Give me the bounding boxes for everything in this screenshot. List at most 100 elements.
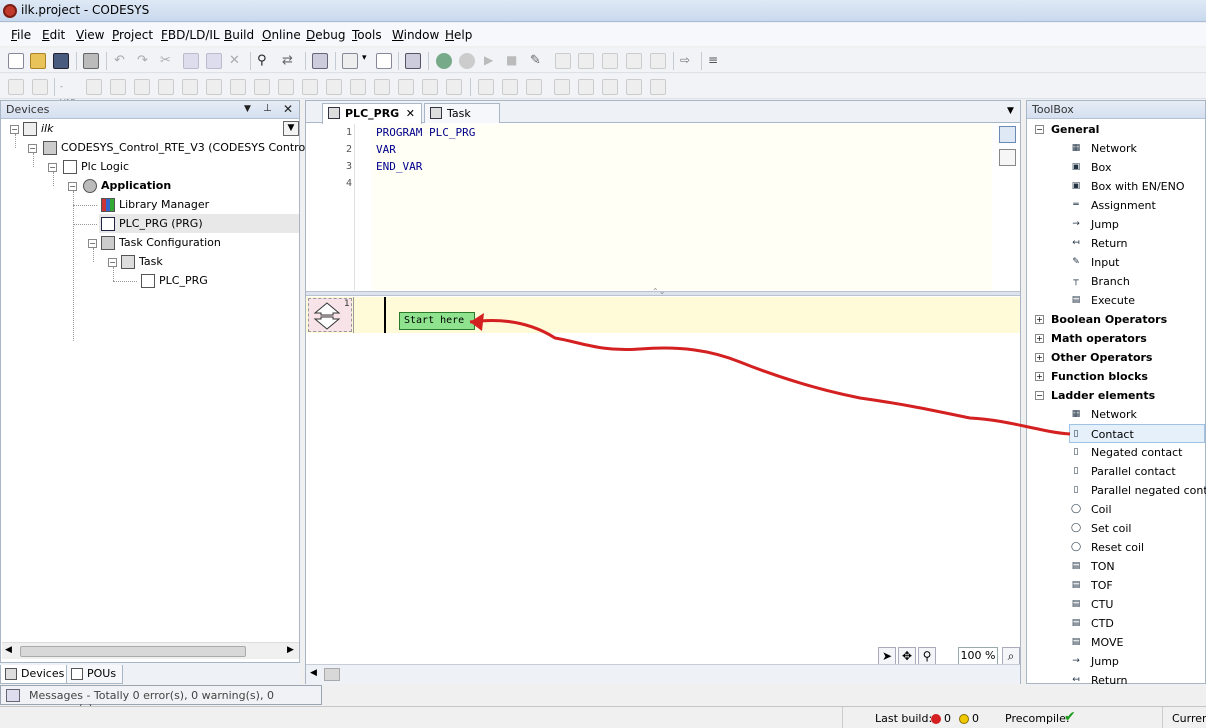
tree-item-plc-logic[interactable]: Plc Logic bbox=[63, 157, 129, 176]
scrollbar-thumb[interactable] bbox=[324, 668, 340, 681]
tabular-view-icon[interactable] bbox=[999, 149, 1016, 166]
tree-item-plc-prg[interactable]: PLC_PRG (PRG) bbox=[99, 214, 299, 233]
zoom-tool-icon[interactable]: ⚲ bbox=[918, 647, 936, 665]
parallel-branch-icon[interactable] bbox=[526, 79, 542, 95]
menu-project[interactable]: Project bbox=[112, 28, 153, 42]
pin-icon[interactable]: ⊥ bbox=[263, 103, 272, 114]
toolbox-item[interactable]: ▯ Parallel contact bbox=[1074, 462, 1176, 481]
tree-collapse-icon[interactable]: − bbox=[68, 182, 77, 191]
toolbox-item[interactable]: ▤ TOF bbox=[1072, 576, 1113, 595]
scroll-left-icon[interactable]: ◀ bbox=[310, 668, 317, 678]
tree-collapse-icon[interactable]: − bbox=[10, 125, 19, 134]
insert-branch-icon[interactable] bbox=[398, 79, 414, 95]
insert-box-icon[interactable] bbox=[134, 79, 150, 95]
insert-assignment-icon[interactable]: -VAR bbox=[60, 79, 76, 107]
tree-item-task[interactable]: Task bbox=[121, 252, 163, 271]
toolbox-item[interactable]: ↤ Return bbox=[1072, 234, 1127, 253]
toggle-parallel-icon[interactable] bbox=[602, 79, 618, 95]
toolbox-item[interactable]: ◯ Set coil bbox=[1071, 519, 1132, 538]
toolbox-item[interactable]: ▤ CTD bbox=[1072, 614, 1114, 633]
open-folder-icon[interactable] bbox=[30, 53, 46, 69]
tree-item-device[interactable]: CODESYS_Control_RTE_V3 (CODESYS Control … bbox=[43, 138, 325, 157]
code-lines[interactable]: PROGRAM PLC_PRG VAR END_VAR bbox=[372, 124, 992, 290]
scroll-right-icon[interactable]: ▶ bbox=[287, 645, 294, 655]
toolbox-item[interactable]: ▦ Network bbox=[1072, 405, 1137, 424]
insert-return-icon[interactable] bbox=[110, 79, 126, 95]
toolbox-category-expander-icon[interactable]: + bbox=[1035, 353, 1044, 362]
toolbox-item[interactable]: ↤ Return bbox=[1072, 671, 1127, 690]
step-over-icon[interactable] bbox=[578, 53, 594, 69]
insert-comment-icon[interactable] bbox=[626, 79, 642, 95]
insert-set-coil-icon[interactable] bbox=[350, 79, 366, 95]
toolbox-item[interactable]: → Jump bbox=[1072, 215, 1119, 234]
editor-horizontal-scrollbar[interactable]: ◀ bbox=[306, 664, 1020, 684]
login-icon[interactable] bbox=[436, 53, 452, 69]
tree-dropdown-button[interactable]: ▼ bbox=[283, 121, 299, 136]
insert-parallel-negated-contact-icon[interactable] bbox=[302, 79, 318, 95]
declaration-editor[interactable]: 1 2 3 4 PROGRAM PLC_PRG VAR END_VAR bbox=[306, 124, 1020, 290]
start-here-placeholder[interactable]: Start here bbox=[399, 312, 475, 330]
insert-input-icon[interactable] bbox=[206, 79, 222, 95]
new-file-icon[interactable] bbox=[8, 53, 24, 69]
toolbox-item[interactable]: ▤ TON bbox=[1072, 557, 1115, 576]
replace-icon[interactable]: ⇄ bbox=[282, 53, 298, 69]
print-icon[interactable] bbox=[83, 53, 99, 69]
tab-devices[interactable]: Devices bbox=[0, 665, 72, 684]
build-icon[interactable] bbox=[405, 53, 421, 69]
tree-item-task-plc-prg[interactable]: PLC_PRG bbox=[141, 271, 208, 290]
tree-collapse-icon[interactable]: − bbox=[28, 144, 37, 153]
start-icon[interactable]: ▶ bbox=[484, 53, 500, 69]
menu-window[interactable]: Window bbox=[392, 28, 439, 42]
negate-icon[interactable] bbox=[446, 79, 462, 95]
toolbox-item[interactable]: ▦ Network bbox=[1072, 139, 1137, 158]
toolbox-item[interactable]: ▯ Negated contact bbox=[1074, 443, 1183, 462]
reset-icon[interactable]: ✎ bbox=[530, 53, 546, 69]
tree-item-task-configuration[interactable]: Task Configuration bbox=[101, 233, 221, 252]
toolbox-category-expander-icon[interactable]: + bbox=[1035, 315, 1044, 324]
toolbox-category[interactable]: Boolean Operators bbox=[1051, 310, 1167, 329]
zoom-fit-icon[interactable]: ⌕ bbox=[1002, 647, 1020, 665]
toolbox-item[interactable]: ◯ Coil bbox=[1071, 500, 1112, 519]
menu-fbd-ld-il[interactable]: FBD/LD/IL bbox=[161, 28, 220, 42]
tab-close-icon[interactable]: ✕ bbox=[406, 107, 415, 120]
toolbox-item[interactable]: ✎ Input bbox=[1072, 253, 1119, 272]
insert-box-en-icon[interactable] bbox=[158, 79, 174, 95]
insert-negated-contact-icon[interactable] bbox=[254, 79, 270, 95]
editor-splitter[interactable]: ⌃⌄ bbox=[306, 287, 1020, 296]
splitter-up-icon[interactable]: ⌃⌄ bbox=[652, 287, 665, 296]
delete-icon[interactable]: ✕ bbox=[229, 53, 245, 69]
find-icon[interactable]: ⚲ bbox=[257, 53, 273, 69]
menu-build[interactable]: Build bbox=[224, 28, 254, 42]
tabs-dropdown-icon[interactable]: ▼ bbox=[1007, 106, 1014, 116]
toolbox-category[interactable]: Ladder elements bbox=[1051, 386, 1155, 405]
toolbox-item[interactable]: ┬ Branch bbox=[1073, 272, 1130, 291]
menu-edit[interactable]: Edit bbox=[42, 28, 65, 42]
insert-coil-icon[interactable] bbox=[326, 79, 342, 95]
pan-tool-icon[interactable]: ✥ bbox=[898, 647, 916, 665]
set-branch-start-icon[interactable] bbox=[554, 79, 570, 95]
update-parameters-icon[interactable] bbox=[650, 79, 666, 95]
save-icon[interactable] bbox=[53, 53, 69, 69]
undo-icon[interactable]: ↶ bbox=[114, 53, 130, 69]
devices-horizontal-scrollbar[interactable]: ◀ ▶ bbox=[2, 642, 299, 659]
run-to-cursor-icon[interactable] bbox=[650, 53, 666, 69]
step-into-icon[interactable] bbox=[602, 53, 618, 69]
toolbox-item[interactable]: ▯ Contact bbox=[1069, 424, 1205, 443]
breakpoint-icon[interactable] bbox=[555, 53, 571, 69]
tab-task[interactable]: Task bbox=[424, 103, 500, 123]
insert-reset-coil-icon[interactable] bbox=[374, 79, 390, 95]
properties-icon[interactable] bbox=[376, 53, 392, 69]
window-icon[interactable] bbox=[312, 53, 328, 69]
pointer-tool-icon[interactable]: ➤ bbox=[878, 647, 896, 665]
panel-menu-icon[interactable]: ▼ bbox=[244, 104, 251, 114]
tab-pous[interactable]: POUs bbox=[66, 665, 124, 684]
zoom-level[interactable]: 100 % bbox=[958, 647, 998, 665]
toolbox-item[interactable]: ▯ Parallel negated contact bbox=[1074, 481, 1206, 500]
toolbox-category[interactable]: Math operators bbox=[1051, 329, 1147, 348]
edge-detection-icon[interactable] bbox=[478, 79, 494, 95]
scrollbar-thumb[interactable] bbox=[20, 646, 246, 657]
toolbox-category[interactable]: Function blocks bbox=[1051, 367, 1148, 386]
tree-collapse-icon[interactable]: − bbox=[88, 239, 97, 248]
insert-jump-icon[interactable] bbox=[86, 79, 102, 95]
toolbox-item[interactable]: ▣ Box bbox=[1072, 158, 1112, 177]
